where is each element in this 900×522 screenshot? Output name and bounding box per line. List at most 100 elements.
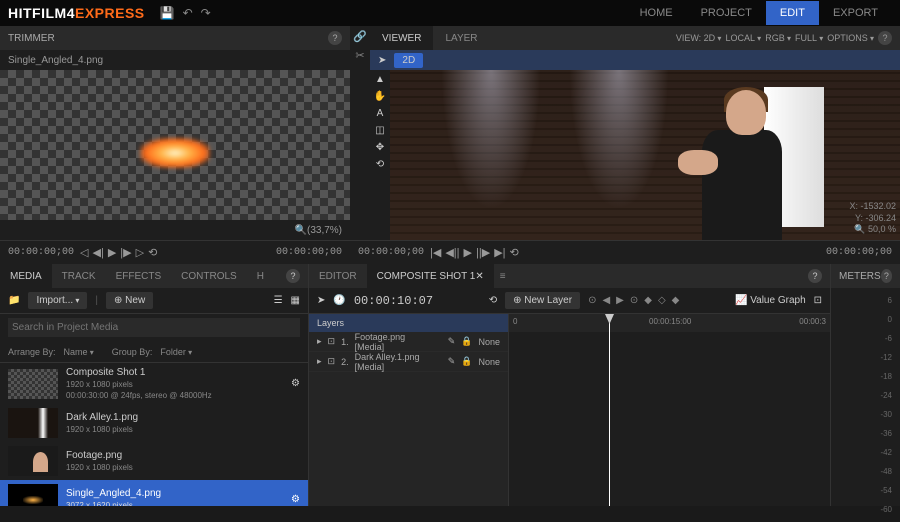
grid-view-icon[interactable]: ▦ bbox=[291, 295, 300, 306]
in-point-icon[interactable]: ◁ bbox=[80, 246, 88, 259]
next-frame-icon[interactable]: |▶ bbox=[120, 246, 131, 259]
list-view-icon[interactable]: ☰ bbox=[274, 295, 283, 306]
nav-next-icon[interactable]: ▶ bbox=[616, 295, 624, 306]
layer-row[interactable]: ▸⊡ 2. Dark Alley.1.png [Media] ✎ 🔒 None bbox=[309, 352, 508, 372]
scissors-icon[interactable]: ✂ bbox=[355, 49, 364, 62]
titlebar: HITFILM4EXPRESS 💾 ↶ ↷ HOME PROJECT EDIT … bbox=[0, 0, 900, 26]
crop-icon[interactable]: ◫ bbox=[375, 125, 384, 136]
options-dropdown[interactable]: OPTIONS bbox=[827, 33, 874, 43]
graph-icon[interactable]: ⊡ bbox=[814, 295, 822, 306]
text-icon[interactable]: A bbox=[377, 108, 384, 119]
meters-title: METERS bbox=[839, 271, 881, 282]
select-icon[interactable]: ▲ bbox=[375, 74, 385, 85]
help-icon[interactable]: ? bbox=[286, 269, 300, 283]
edit-icon[interactable]: ✎ bbox=[448, 356, 456, 367]
trimmer-zoom[interactable]: (33,7%) bbox=[307, 225, 342, 236]
thumbnail bbox=[8, 446, 58, 476]
arrange-dropdown[interactable]: Name bbox=[64, 347, 94, 357]
rotate-icon[interactable]: ⟲ bbox=[376, 159, 384, 170]
nav-project[interactable]: PROJECT bbox=[687, 1, 766, 25]
media-item-comp[interactable]: Composite Shot 1 1920 x 1080 pixels 00:0… bbox=[0, 363, 308, 404]
tab-track[interactable]: TRACK bbox=[52, 264, 106, 288]
trimmer-tc-right: 00:00:00;00 bbox=[276, 247, 342, 258]
group-dropdown[interactable]: Folder bbox=[160, 347, 192, 357]
nav-home[interactable]: HOME bbox=[626, 1, 687, 25]
viewer-mode-badge[interactable]: 2D bbox=[394, 53, 423, 68]
media-panel: MEDIA TRACK EFFECTS CONTROLS H ? 📁 Impor… bbox=[0, 264, 308, 506]
nav-edit[interactable]: EDIT bbox=[766, 1, 819, 25]
save-icon[interactable]: 💾 bbox=[160, 6, 175, 20]
tab-effects[interactable]: EFFECTS bbox=[106, 264, 172, 288]
pointer-icon[interactable]: ➤ bbox=[317, 295, 325, 306]
trimmer-canvas[interactable] bbox=[0, 70, 350, 220]
media-item-alley[interactable]: Dark Alley.1.png 1920 x 1080 pixels bbox=[0, 404, 308, 442]
media-item-flash[interactable]: Single_Angled_4.png 3072 x 1620 pixels ⚙ bbox=[0, 480, 308, 506]
prev-frame-icon[interactable]: ◀|| bbox=[445, 246, 459, 259]
lock-icon[interactable]: 🔒 bbox=[461, 356, 472, 367]
help-icon[interactable]: ? bbox=[808, 269, 822, 283]
view-mode-dropdown[interactable]: VIEW: 2D bbox=[676, 33, 722, 43]
muzzle-flash-preview bbox=[140, 138, 210, 168]
visibility-icon[interactable]: ⊡ bbox=[328, 356, 336, 367]
timeline-timecode[interactable]: 00:00:10:07 bbox=[354, 294, 433, 308]
zoom-icon[interactable]: 🔍 bbox=[295, 225, 307, 236]
help-icon[interactable]: ? bbox=[328, 31, 342, 45]
layer-row[interactable]: ▸⊡ 1. Footage.png [Media] ✎ 🔒 None bbox=[309, 332, 508, 352]
edit-icon[interactable]: ✎ bbox=[448, 336, 456, 347]
tab-layer[interactable]: LAYER bbox=[433, 26, 489, 50]
media-search-input[interactable] bbox=[8, 318, 300, 337]
redo-icon[interactable]: ↷ bbox=[201, 6, 211, 20]
tab-controls[interactable]: CONTROLS bbox=[171, 264, 247, 288]
timeline-ruler[interactable]: 0 00:00:15:00 00:00:3 bbox=[509, 314, 830, 332]
tab-composite[interactable]: COMPOSITE SHOT 1 ✕ bbox=[367, 264, 494, 288]
link-icon[interactable]: 🔗 bbox=[353, 30, 367, 43]
play-icon[interactable]: ▶ bbox=[464, 246, 472, 259]
playhead[interactable] bbox=[609, 314, 610, 506]
prev-frame-icon[interactable]: ◀| bbox=[92, 246, 103, 259]
next-frame-icon[interactable]: ||▶ bbox=[476, 246, 490, 259]
loop-icon[interactable]: ⟲ bbox=[148, 246, 157, 259]
key-prev-icon[interactable]: ◆ bbox=[644, 295, 652, 306]
gear-icon[interactable]: ⚙ bbox=[291, 494, 300, 505]
key-next-icon[interactable]: ◆ bbox=[672, 295, 680, 306]
nav-start-icon[interactable]: ⊙ bbox=[588, 295, 596, 306]
meters-panel: METERS ? 6 0 -6 -12 -18 -24 -30 -36 -42 … bbox=[830, 264, 900, 506]
tab-editor[interactable]: EDITOR bbox=[309, 264, 367, 288]
arrange-label: Arrange By: bbox=[8, 347, 56, 357]
lock-icon[interactable]: 🔒 bbox=[461, 336, 472, 347]
key-add-icon[interactable]: ◇ bbox=[658, 295, 666, 306]
folder-icon[interactable]: 📁 bbox=[8, 295, 20, 306]
undo-icon[interactable]: ↶ bbox=[183, 6, 193, 20]
hand-icon[interactable]: ✋ bbox=[374, 91, 386, 102]
tab-menu-icon[interactable]: ≡ bbox=[494, 271, 512, 282]
nav-export[interactable]: EXPORT bbox=[819, 1, 892, 25]
value-graph-button[interactable]: 📈 Value Graph bbox=[735, 295, 806, 306]
nav-prev-icon[interactable]: ◀ bbox=[602, 295, 610, 306]
viewer-canvas[interactable]: X: -1532.02 Y: -306.24 🔍 50,0 % bbox=[390, 70, 900, 240]
viewer-tc-left: 00:00:00;00 bbox=[358, 247, 424, 258]
tab-media[interactable]: MEDIA bbox=[0, 264, 52, 288]
go-start-icon[interactable]: |◀ bbox=[430, 246, 441, 259]
import-button[interactable]: Import... bbox=[28, 292, 87, 309]
full-dropdown[interactable]: FULL bbox=[795, 33, 823, 43]
gear-icon[interactable]: ⚙ bbox=[291, 378, 300, 389]
new-layer-button[interactable]: ⊕ New Layer bbox=[505, 292, 580, 309]
help-icon[interactable]: ? bbox=[878, 31, 892, 45]
visibility-icon[interactable]: ⊡ bbox=[328, 336, 336, 347]
rgb-dropdown[interactable]: RGB bbox=[765, 33, 791, 43]
go-end-icon[interactable]: ▶| bbox=[494, 246, 505, 259]
loop-icon[interactable]: ⟲ bbox=[510, 246, 519, 259]
move-icon[interactable]: ✥ bbox=[376, 142, 384, 153]
out-point-icon[interactable]: ▷ bbox=[136, 246, 144, 259]
play-icon[interactable]: ▶ bbox=[108, 246, 116, 259]
sync-icon[interactable]: ⟲ bbox=[489, 295, 497, 306]
new-button[interactable]: ⊕ New bbox=[106, 292, 153, 309]
local-dropdown[interactable]: LOCAL bbox=[725, 33, 761, 43]
tab-history[interactable]: H bbox=[247, 264, 274, 288]
tab-viewer[interactable]: VIEWER bbox=[370, 26, 433, 50]
pointer-icon[interactable]: ➤ bbox=[378, 55, 386, 66]
nav-end-icon[interactable]: ⊙ bbox=[630, 295, 638, 306]
help-icon[interactable]: ? bbox=[881, 269, 892, 283]
timeline-tracks[interactable]: 0 00:00:15:00 00:00:3 bbox=[509, 314, 830, 506]
media-item-footage[interactable]: Footage.png 1920 x 1080 pixels bbox=[0, 442, 308, 480]
